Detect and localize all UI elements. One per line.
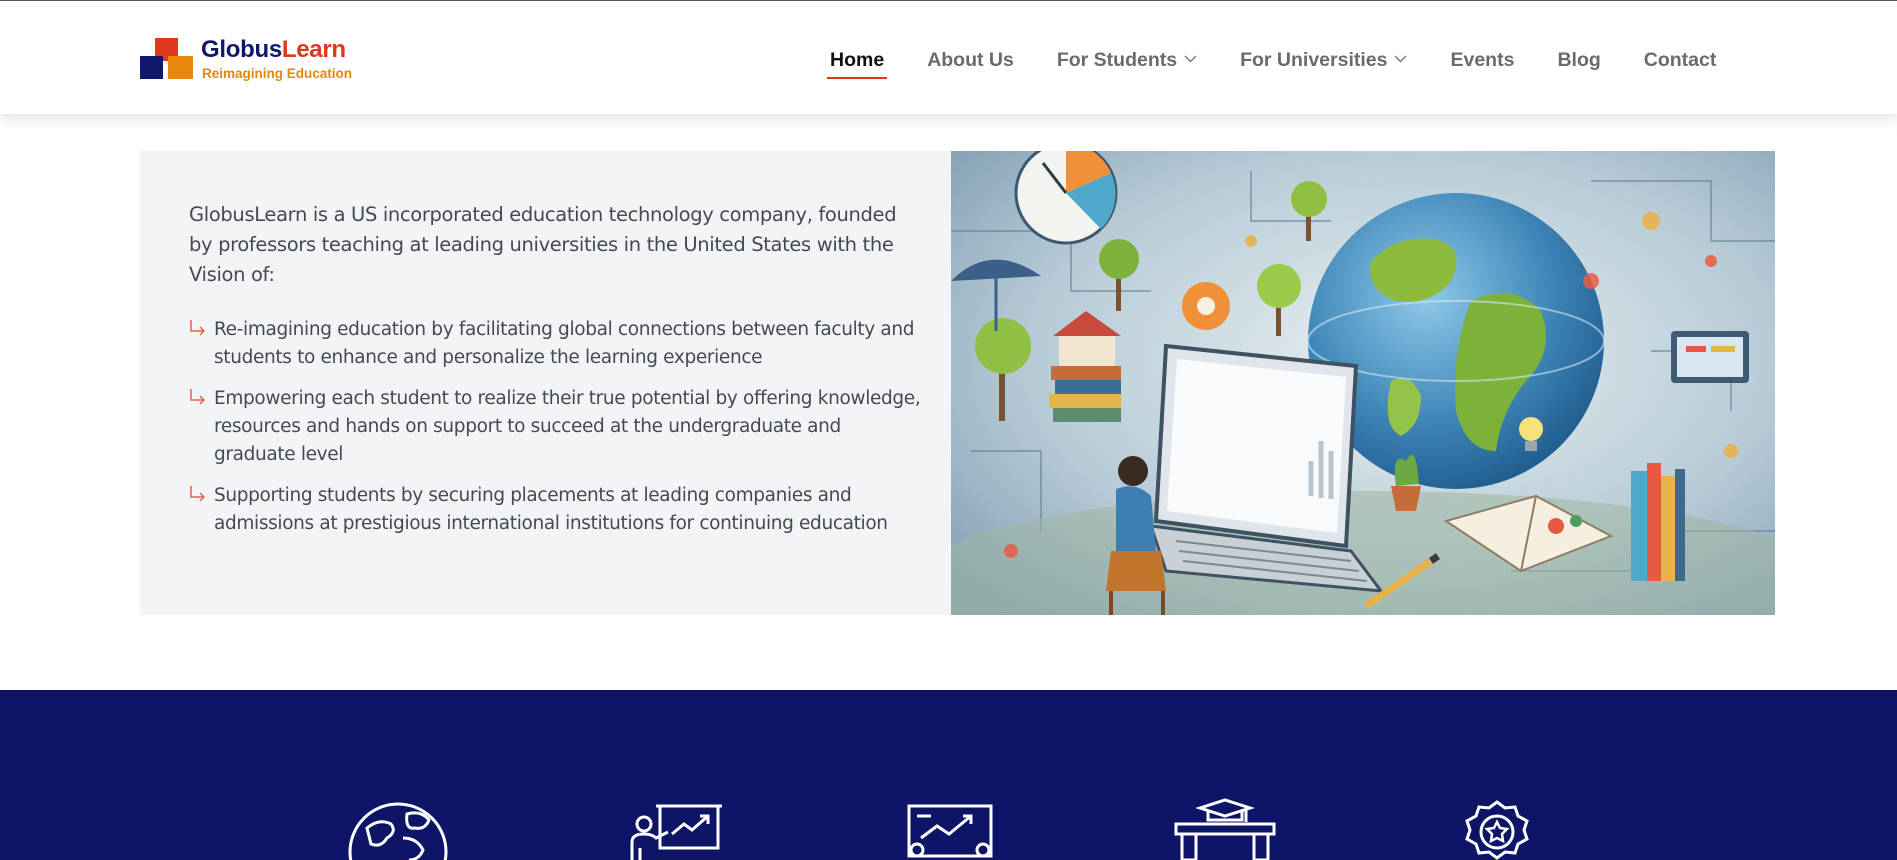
nav-for-students[interactable]: For Students [1057,45,1197,75]
graduation-desk-icon [1174,798,1276,860]
nav-about-us-label: About Us [927,48,1014,71]
main-nav: Home About Us For Students For Universit… [826,45,1717,79]
chevron-down-icon [1394,55,1407,63]
nav-home-label: Home [830,48,885,71]
nav-contact[interactable]: Contact [1644,45,1717,75]
nav-home[interactable]: Home [826,45,888,79]
logo[interactable]: GlobusLearn Reimagining Education [140,36,380,86]
globe-icon [348,802,448,860]
chevron-down-icon [1184,55,1197,63]
logo-name-part1: Globus [201,36,282,63]
logo-name-part2: Learn [281,36,346,63]
site-header: GlobusLearn Reimagining Education Home A… [0,0,1897,114]
arrow-return-right-icon [190,320,206,336]
nav-for-universities[interactable]: For Universities [1240,45,1407,75]
vision-item-text: Supporting students by securing placemen… [214,485,888,534]
intro-section: GlobusLearn is a US incorporated educati… [140,151,951,615]
arrow-return-right-icon [190,486,206,502]
vision-item-text: Re-imagining education by facilitating g… [214,319,915,368]
logo-name: GlobusLearn [201,36,346,64]
logo-tagline: Reimagining Education [202,66,353,81]
vision-item: Supporting students by securing placemen… [189,482,924,538]
nav-contact-label: Contact [1643,48,1717,71]
intro-paragraph: GlobusLearn is a US incorporated educati… [189,203,897,286]
nav-events[interactable]: Events [1450,45,1514,75]
nav-for-universities-label: For Universities [1240,48,1388,71]
logo-mark-icon [140,38,194,80]
arrow-return-right-icon [190,389,206,405]
award-badge-icon [1465,800,1529,860]
nav-for-students-label: For Students [1056,48,1178,71]
growth-chart-icon [907,804,993,858]
nav-blog-label: Blog [1557,48,1601,71]
vision-item-text: Empowering each student to realize their… [214,388,921,465]
vision-list: Re-imagining education by facilitating g… [189,316,924,551]
presentation-icon [630,804,722,860]
nav-events-label: Events [1450,48,1515,71]
nav-blog[interactable]: Blog [1557,45,1600,75]
vision-item: Empowering each student to realize their… [189,385,924,469]
features-band [0,690,1897,860]
vision-item: Re-imagining education by facilitating g… [189,316,924,372]
nav-about-us[interactable]: About Us [927,45,1014,75]
education-illustration [951,151,1775,615]
